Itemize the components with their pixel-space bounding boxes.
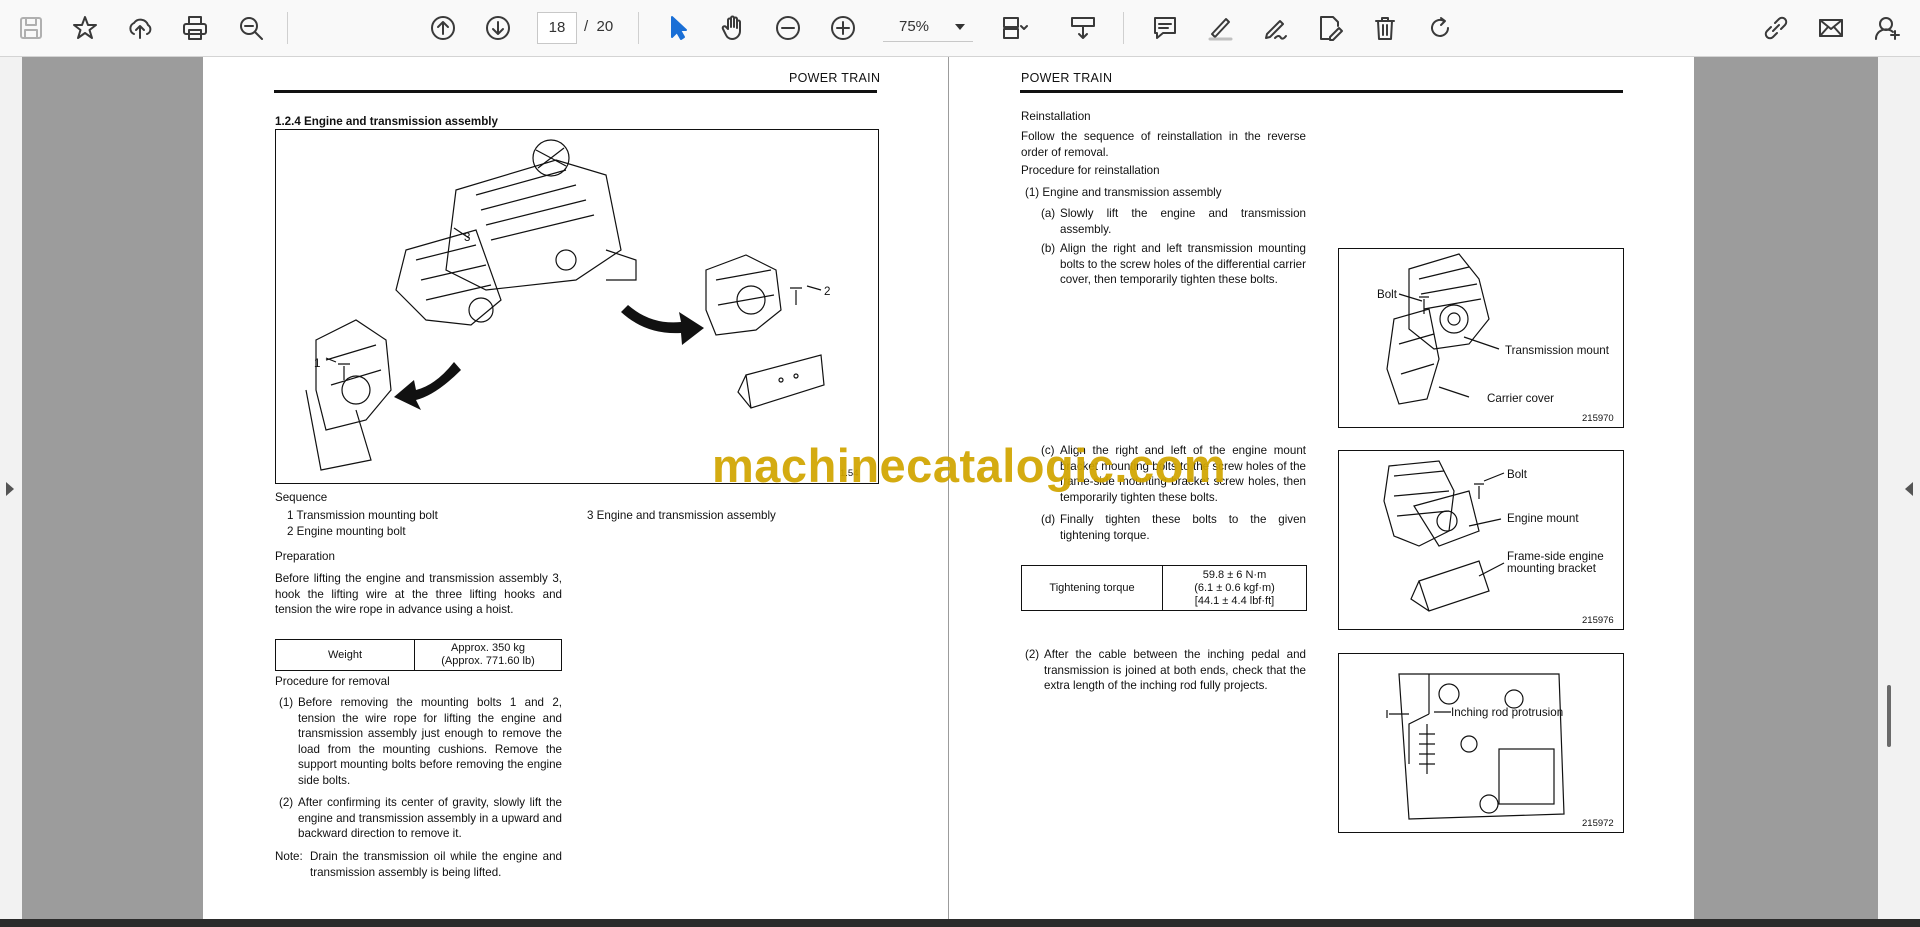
removal-title: Procedure for removal (275, 675, 390, 688)
weight-value-line: Approx. 350 kg (451, 642, 525, 654)
print-icon[interactable] (176, 9, 214, 47)
preparation-title: Preparation (275, 550, 335, 563)
label-inching-rod: Inching rod protrusion (1451, 706, 1564, 719)
link-edit-icon[interactable] (1757, 9, 1795, 47)
reinstall-text: Follow the sequence of reinstallation in… (1021, 130, 1306, 159)
weight-value-line: (Approx. 771.60 lb) (441, 655, 535, 667)
torque-label: Tightening torque (1021, 565, 1163, 611)
procedure-title: Procedure for reinstallation (1021, 164, 1160, 177)
zoom-in-icon[interactable] (824, 9, 862, 47)
header-rule (1020, 90, 1623, 93)
bookmark-star-icon[interactable] (66, 9, 104, 47)
toolbar-separator (287, 12, 288, 44)
save-icon[interactable] (12, 9, 50, 47)
step1b-text: Align the right and left transmission mo… (1060, 242, 1306, 286)
label-line: mounting bracket (1507, 562, 1596, 575)
label-engine-mount: Engine mount (1507, 512, 1579, 525)
step1d-text: Finally tighten these bolts to the given… (1060, 513, 1306, 542)
step-letter: (a) (1041, 207, 1056, 220)
note-label: Note: (275, 850, 303, 863)
comment-icon[interactable] (1146, 9, 1184, 47)
engine-mount-figure: Bolt Engine mount Frame-side engine mount… (1338, 450, 1624, 630)
torque-value-line: 59.8 ± 6 N·m (1202, 568, 1267, 581)
right-sidebar-collapsed[interactable] (1878, 57, 1920, 919)
figure-number: 215970 (1582, 413, 1614, 424)
step1a-text: Slowly lift the engine and transmission … (1060, 207, 1306, 236)
total-pages: / 20 (584, 18, 613, 35)
removal-step-text: Before removing the mounting bolts 1 and… (298, 696, 562, 787)
select-cursor-icon[interactable] (659, 9, 697, 47)
zoom-value: 75% (899, 18, 930, 35)
transmission-mount-figure: Bolt Transmission mount Carrier cover 21… (1338, 248, 1624, 428)
weight-value: Approx. 350 kg (Approx. 771.60 lb) (414, 639, 562, 671)
preparation-text: Before lifting the engine and transmissi… (275, 572, 562, 616)
download-icon[interactable] (1064, 9, 1102, 47)
bottom-bar (0, 919, 1920, 927)
mail-icon[interactable] (1812, 9, 1850, 47)
page-header: POWER TRAIN (789, 71, 881, 85)
expand-left-panel-icon[interactable] (6, 482, 14, 496)
label-transmission-mount: Transmission mount (1505, 344, 1609, 357)
weight-label: Weight (275, 639, 415, 671)
figure-callout-3: 3 (464, 231, 471, 244)
upload-cloud-icon[interactable] (121, 9, 159, 47)
zoom-out-icon[interactable] (769, 9, 807, 47)
add-user-icon[interactable] (1868, 9, 1906, 47)
sign-icon[interactable] (1256, 9, 1294, 47)
pdf-toolbar: 18 / 20 75% (0, 0, 1920, 57)
sequence-item: 3 Engine and transmission assembly (587, 509, 776, 522)
total-pages-value: 20 (596, 18, 614, 35)
section-title: 1.2.4 Engine and transmission assembly (275, 115, 498, 128)
chevron-down-icon (955, 24, 965, 30)
edit-pdf-icon[interactable] (1311, 9, 1349, 47)
label-carrier-cover: Carrier cover (1487, 392, 1554, 405)
step1-title: (1) Engine and transmission assembly (1025, 186, 1222, 199)
note-text: Drain the transmission oil while the eng… (310, 850, 562, 879)
step-letter: (d) (1041, 513, 1056, 526)
vertical-scrollbar-thumb[interactable] (1887, 685, 1891, 747)
figure-callout-1: 1 (314, 357, 321, 370)
zoom-search-icon[interactable] (232, 9, 270, 47)
hand-pan-icon[interactable] (714, 9, 752, 47)
toolbar-separator (1123, 12, 1124, 44)
step-number: (2) (279, 796, 294, 809)
header-rule (274, 90, 877, 93)
delete-icon[interactable] (1366, 9, 1404, 47)
toolbar-separator (638, 12, 639, 44)
torque-value-line: [44.1 ± 4.4 lbf·ft] (1194, 594, 1275, 607)
engine-assembly-figure: 3 1 2 1.54 (275, 129, 879, 484)
highlight-icon[interactable] (1201, 9, 1239, 47)
inching-rod-figure: Inching rod protrusion 215972 (1338, 653, 1624, 833)
torque-value-line: (6.1 ± 0.6 kgf·m) (1194, 581, 1275, 594)
page-header: POWER TRAIN (1021, 71, 1113, 85)
sequence-title: Sequence (275, 491, 328, 504)
expand-right-panel-icon[interactable] (1905, 482, 1913, 496)
figure-callout-2: 2 (824, 285, 831, 298)
label-bolt: Bolt (1377, 288, 1397, 301)
step-number: (1) (279, 696, 294, 709)
figure-number: 215972 (1582, 818, 1614, 829)
label-bolt: Bolt (1507, 468, 1527, 481)
page-down-icon[interactable] (479, 9, 517, 47)
page-separator: / (584, 18, 589, 35)
step-number: (2) (1025, 648, 1040, 661)
removal-step-text: After confirming its center of gravity, … (298, 796, 562, 840)
reinstall-title: Reinstallation (1021, 110, 1091, 123)
figure-number: 215976 (1582, 615, 1614, 626)
torque-table: Tightening torque 59.8 ± 6 N·m (6.1 ± 0.6… (1021, 565, 1307, 611)
sequence-item: 2 Engine mounting bolt (287, 525, 406, 538)
page-view-icon[interactable] (995, 9, 1033, 47)
sequence-item: 1 Transmission mounting bolt (287, 509, 438, 522)
weight-table: Weight Approx. 350 kg (Approx. 771.60 lb) (275, 639, 562, 671)
redo-icon[interactable] (1421, 9, 1459, 47)
label-frame-side-bracket: Frame-side engine mounting bracket (1507, 551, 1604, 575)
torque-value: 59.8 ± 6 N·m (6.1 ± 0.6 kgf·m) [44.1 ± 4.4… (1162, 565, 1307, 611)
zoom-select[interactable]: 75% (883, 12, 973, 42)
current-page-input[interactable]: 18 (537, 12, 577, 44)
step2-text: After the cable between the inching peda… (1044, 648, 1306, 692)
watermark-text: machinecatalogic.com (712, 439, 1227, 492)
step-letter: (b) (1041, 242, 1056, 255)
page-up-icon[interactable] (424, 9, 462, 47)
